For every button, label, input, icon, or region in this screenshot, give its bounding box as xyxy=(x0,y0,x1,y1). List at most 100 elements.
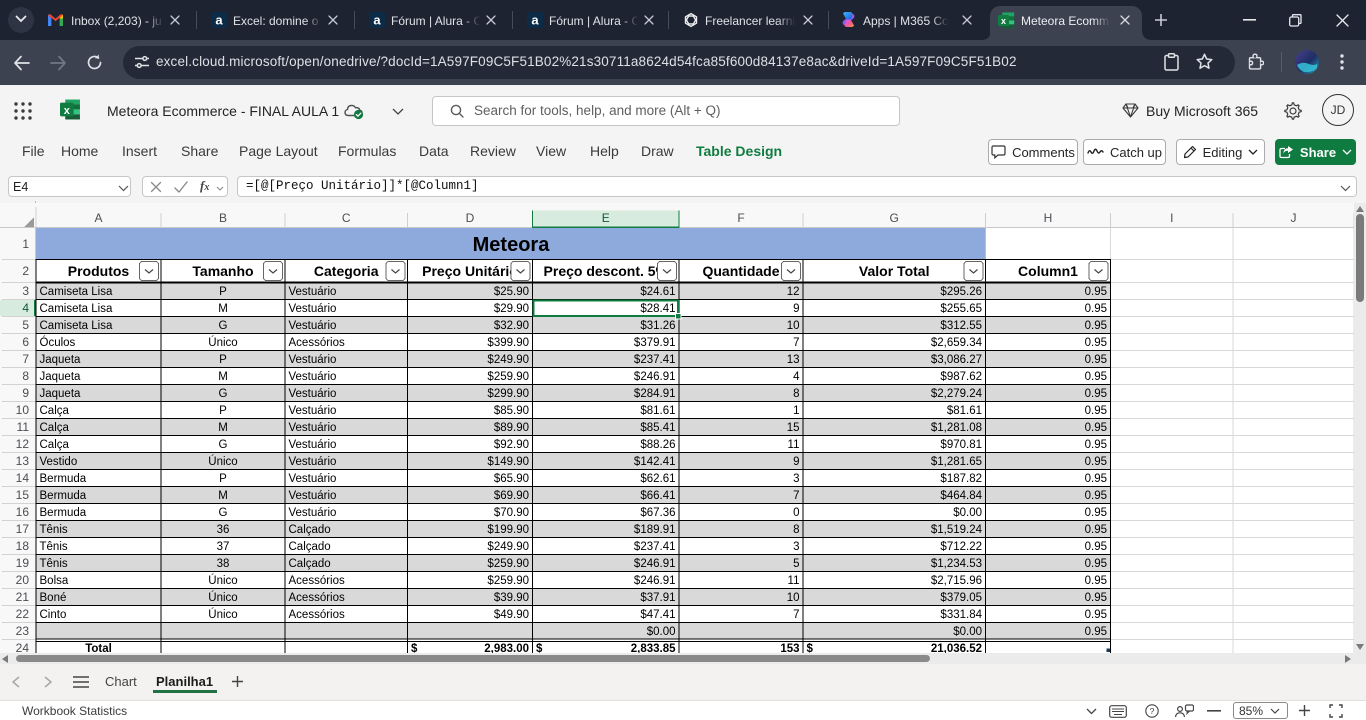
svg-text:8: 8 xyxy=(793,524,799,536)
svg-text:Único: Único xyxy=(208,574,237,587)
svg-text:9: 9 xyxy=(793,303,799,315)
svg-text:$69.90: $69.90 xyxy=(494,490,529,502)
svg-text:$2,659.34: $2,659.34 xyxy=(931,337,983,349)
svg-text:Vestuário: Vestuário xyxy=(289,286,337,298)
svg-text:M: M xyxy=(218,371,228,383)
svg-text:$81.61: $81.61 xyxy=(640,405,675,417)
svg-text:3: 3 xyxy=(793,473,799,485)
svg-text:Valor Total: Valor Total xyxy=(859,263,930,279)
svg-text:0.95: 0.95 xyxy=(1085,524,1107,536)
svg-text:12: 12 xyxy=(16,437,30,451)
svg-text:Calça: Calça xyxy=(40,422,70,434)
svg-text:$249.90: $249.90 xyxy=(487,541,529,553)
svg-text:0.95: 0.95 xyxy=(1085,541,1107,553)
svg-text:$312.55: $312.55 xyxy=(940,320,982,332)
svg-text:Bolsa: Bolsa xyxy=(40,575,69,587)
svg-text:$62.61: $62.61 xyxy=(640,473,675,485)
svg-text:38: 38 xyxy=(217,558,230,570)
svg-text:Acessórios: Acessórios xyxy=(289,337,345,349)
svg-text:$284.91: $284.91 xyxy=(634,388,676,400)
svg-text:13: 13 xyxy=(787,354,800,366)
svg-text:0.95: 0.95 xyxy=(1085,626,1107,638)
svg-text:?: ? xyxy=(1150,706,1155,716)
svg-text:G: G xyxy=(219,507,228,519)
svg-text:$81.61: $81.61 xyxy=(947,405,982,417)
svg-text:$399.90: $399.90 xyxy=(487,337,529,349)
svg-text:Camiseta Lisa: Camiseta Lisa xyxy=(40,286,113,298)
svg-text:$712.22: $712.22 xyxy=(940,541,982,553)
svg-text:Bermuda: Bermuda xyxy=(40,490,87,502)
svg-text:A: A xyxy=(94,211,102,225)
svg-text:$32.90: $32.90 xyxy=(494,320,529,332)
svg-text:8: 8 xyxy=(793,388,799,400)
svg-text:9: 9 xyxy=(793,456,799,468)
svg-text:Vestuário: Vestuário xyxy=(289,320,337,332)
svg-text:$65.90: $65.90 xyxy=(494,473,529,485)
svg-text:$259.90: $259.90 xyxy=(487,371,529,383)
svg-text:Calçado: Calçado xyxy=(289,541,331,553)
svg-text:P: P xyxy=(219,286,227,298)
svg-text:7: 7 xyxy=(22,352,29,366)
svg-text:$464.84: $464.84 xyxy=(940,490,982,502)
svg-text:$259.90: $259.90 xyxy=(487,558,529,570)
svg-text:36: 36 xyxy=(217,524,230,536)
svg-text:$66.41: $66.41 xyxy=(640,490,675,502)
svg-text:Vestuário: Vestuário xyxy=(289,473,337,485)
svg-text:5: 5 xyxy=(793,558,799,570)
svg-text:Calçado: Calçado xyxy=(289,524,331,536)
svg-text:Tamanho: Tamanho xyxy=(192,263,253,279)
svg-text:Bermuda: Bermuda xyxy=(40,507,87,519)
svg-text:$24.61: $24.61 xyxy=(640,286,675,298)
svg-text:Vestuário: Vestuário xyxy=(289,456,337,468)
svg-text:7: 7 xyxy=(793,609,799,621)
svg-text:4: 4 xyxy=(793,371,800,383)
svg-text:$3,086.27: $3,086.27 xyxy=(931,354,982,366)
svg-text:Calçado: Calçado xyxy=(289,558,331,570)
svg-text:12: 12 xyxy=(787,286,800,298)
svg-text:1: 1 xyxy=(22,237,29,251)
svg-text:C: C xyxy=(342,211,351,225)
svg-text:3: 3 xyxy=(22,284,29,298)
svg-text:1: 1 xyxy=(793,405,799,417)
svg-text:0: 0 xyxy=(793,507,799,519)
svg-text:Vestuário: Vestuário xyxy=(289,439,337,451)
svg-text:2: 2 xyxy=(22,264,29,278)
svg-text:$246.91: $246.91 xyxy=(634,371,676,383)
svg-text:$246.91: $246.91 xyxy=(634,575,676,587)
svg-text:G: G xyxy=(890,211,899,225)
svg-text:M: M xyxy=(218,422,228,434)
svg-text:$255.65: $255.65 xyxy=(940,303,982,315)
svg-text:3: 3 xyxy=(793,541,799,553)
svg-text:$246.91: $246.91 xyxy=(634,558,676,570)
svg-text:Produtos: Produtos xyxy=(68,263,130,279)
svg-text:10: 10 xyxy=(16,403,30,417)
svg-text:I: I xyxy=(1170,211,1173,225)
svg-text:Acessórios: Acessórios xyxy=(289,575,345,587)
svg-text:14: 14 xyxy=(16,471,30,485)
svg-text:Jaqueta: Jaqueta xyxy=(40,371,82,383)
svg-text:a: a xyxy=(531,13,539,28)
svg-text:$379.91: $379.91 xyxy=(634,337,676,349)
svg-text:15: 15 xyxy=(16,488,30,502)
svg-text:Categoria: Categoria xyxy=(314,263,379,279)
svg-text:Calça: Calça xyxy=(40,439,70,451)
svg-text:$970.81: $970.81 xyxy=(940,439,982,451)
svg-text:H: H xyxy=(1044,211,1053,225)
svg-text:G: G xyxy=(219,388,228,400)
svg-text:Vestuário: Vestuário xyxy=(289,507,337,519)
svg-text:$189.91: $189.91 xyxy=(634,524,676,536)
svg-text:Vestuário: Vestuário xyxy=(289,422,337,434)
svg-text:Vestuário: Vestuário xyxy=(289,303,337,315)
svg-text:$1,281.08: $1,281.08 xyxy=(931,422,982,434)
svg-text:$2,279.24: $2,279.24 xyxy=(931,388,983,400)
svg-text:Acessórios: Acessórios xyxy=(289,609,345,621)
svg-text:$67.36: $67.36 xyxy=(640,507,675,519)
svg-text:0.95: 0.95 xyxy=(1085,558,1107,570)
svg-text:$142.41: $142.41 xyxy=(634,456,676,468)
svg-text:0.95: 0.95 xyxy=(1085,456,1107,468)
svg-text:37: 37 xyxy=(217,541,230,553)
svg-text:19: 19 xyxy=(16,556,30,570)
svg-text:$1,234.53: $1,234.53 xyxy=(931,558,982,570)
svg-text:20: 20 xyxy=(16,573,30,587)
svg-text:a: a xyxy=(373,13,381,28)
